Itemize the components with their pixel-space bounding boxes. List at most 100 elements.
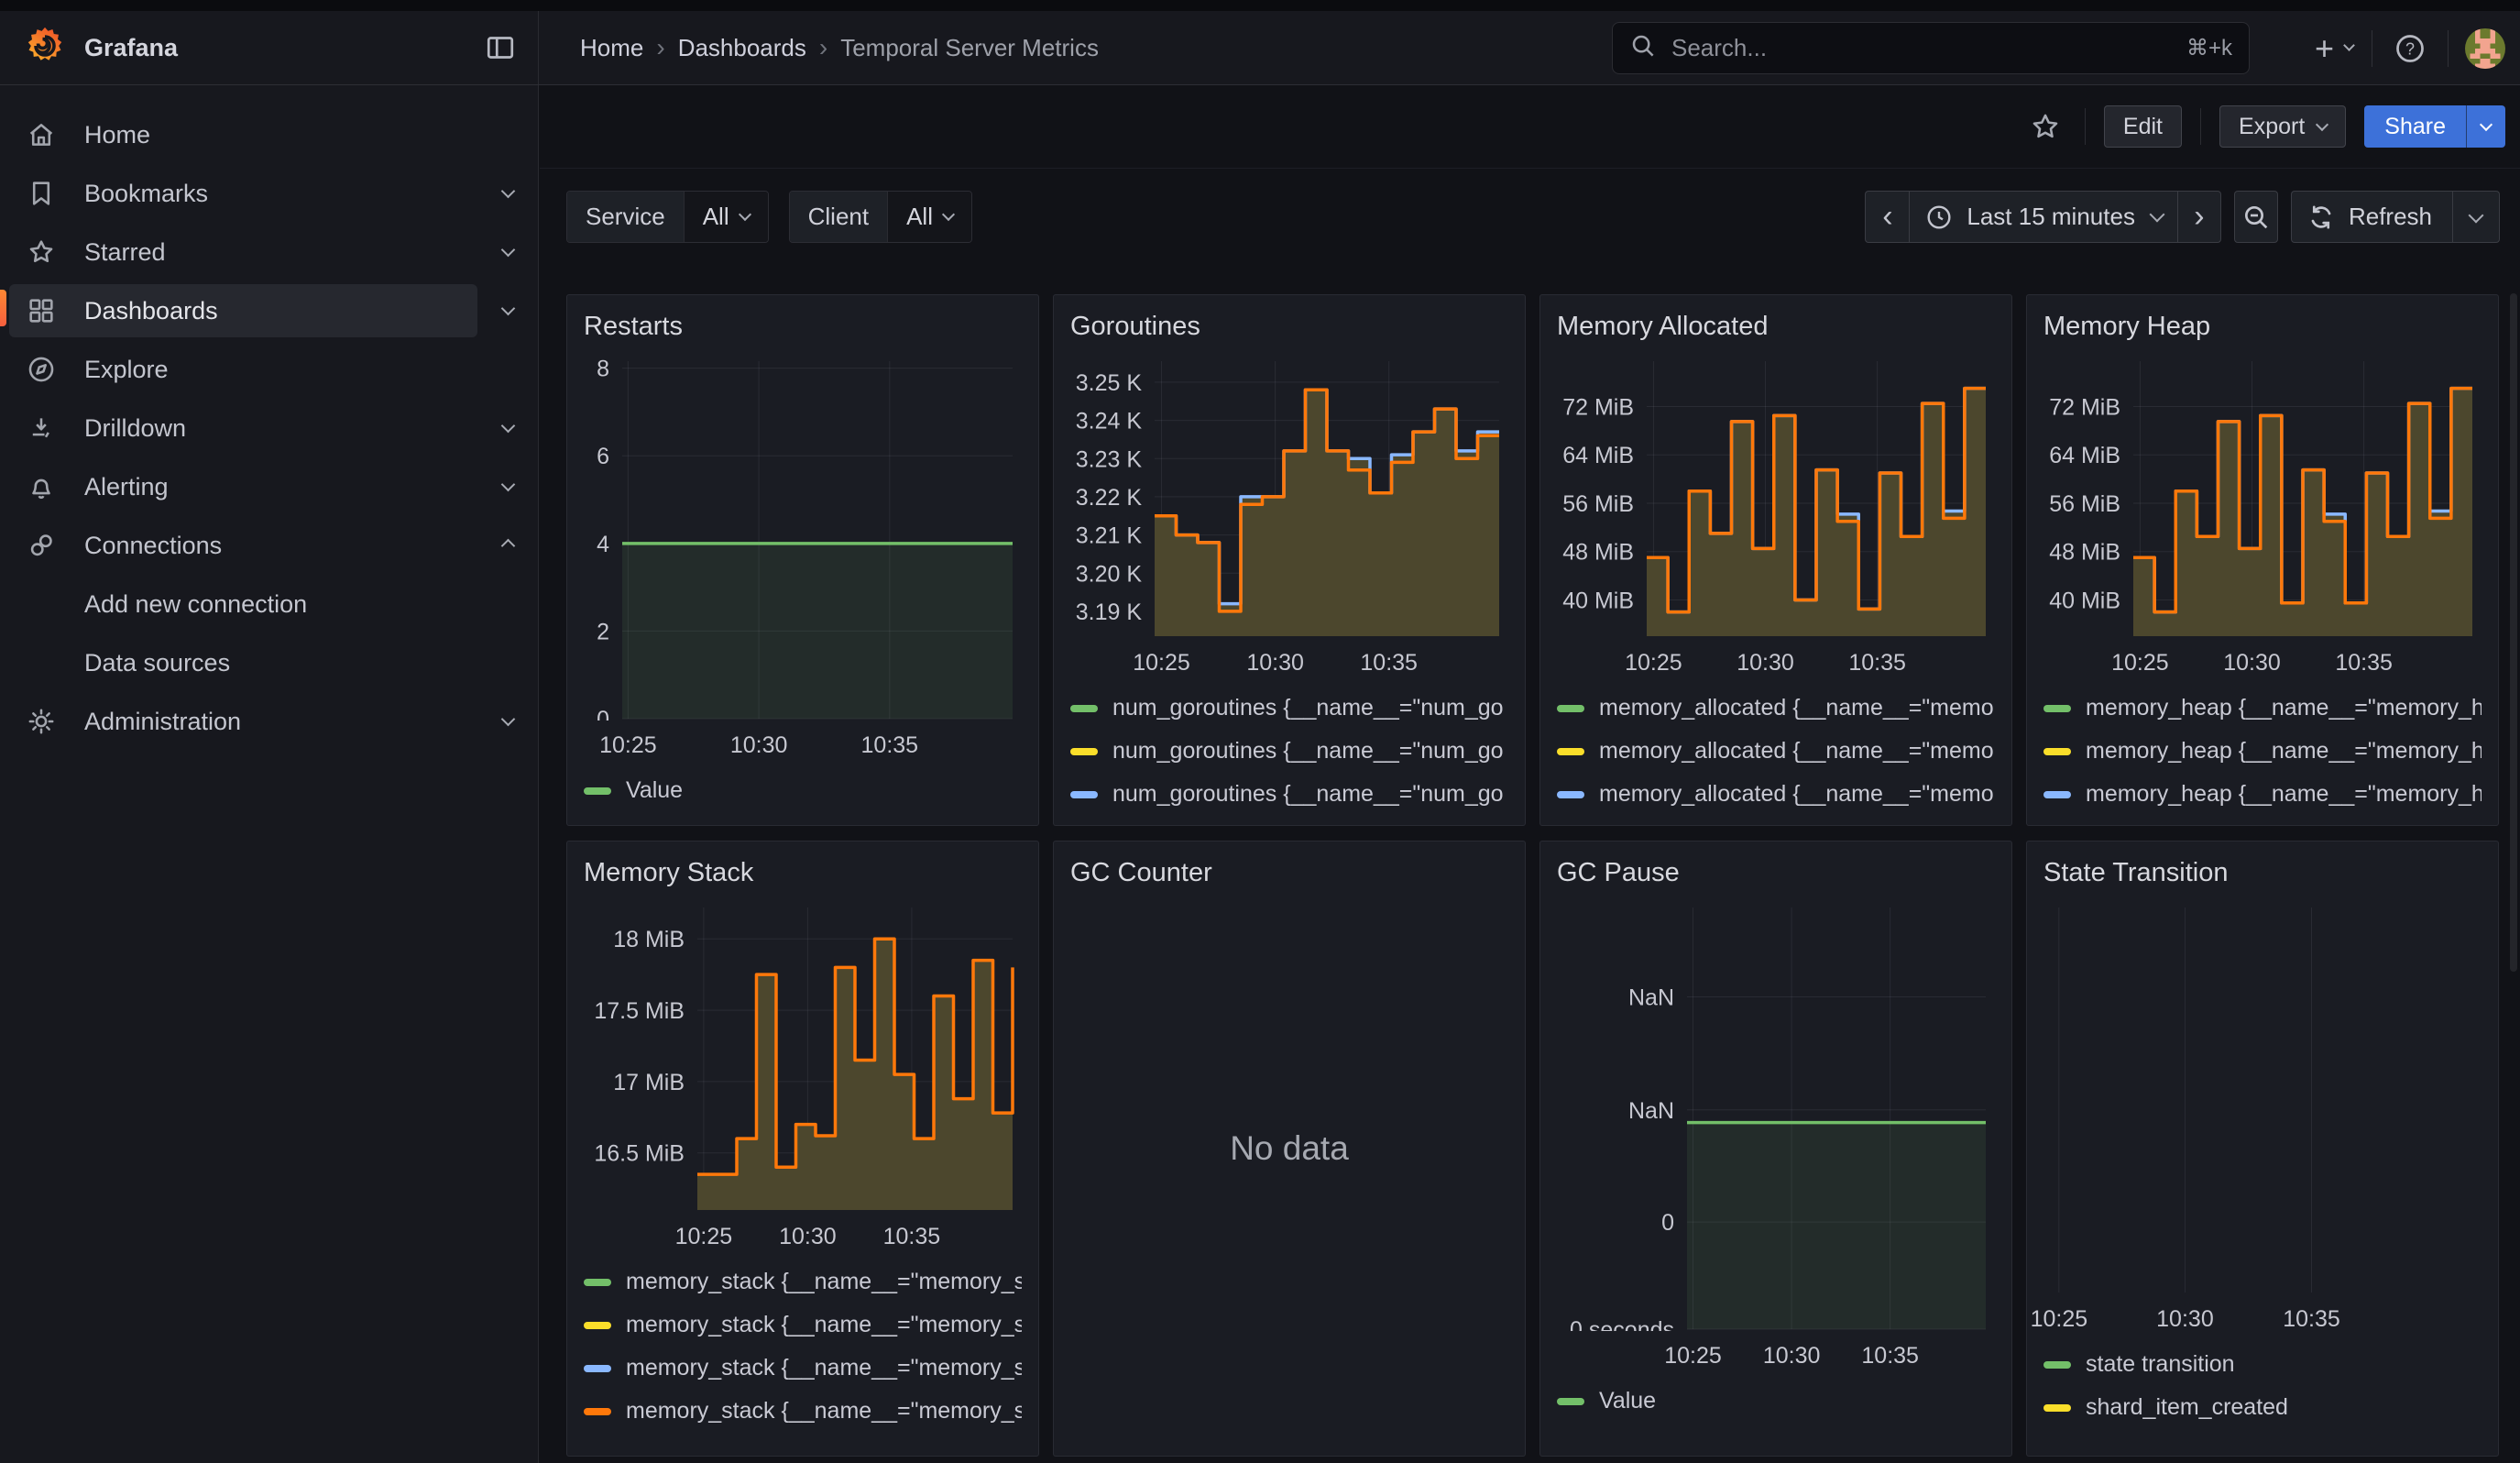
- legend-item[interactable]: memory_allocated {__name__="memo: [1557, 730, 1995, 773]
- search-box[interactable]: ⌘+k: [1612, 22, 2250, 74]
- panel-title[interactable]: Goroutines: [1070, 308, 1508, 354]
- legend-item[interactable]: num_goroutines {__name__="num_go: [1070, 816, 1508, 826]
- chart-plot[interactable]: 16.5 MiB17 MiB17.5 MiB18 MiB: [584, 900, 1022, 1212]
- legend-item[interactable]: num_goroutines {__name__="num_go: [1070, 773, 1508, 816]
- search-input[interactable]: [1670, 33, 2186, 63]
- legend-item[interactable]: memory_heap {__name__="memory_h: [2043, 730, 2482, 773]
- legend-item[interactable]: memory_stack {__name__="memory_s: [584, 1390, 1022, 1433]
- filter-value-dropdown[interactable]: All: [887, 192, 971, 242]
- legend-item[interactable]: num_goroutines {__name__="num_go: [1070, 730, 1508, 773]
- panel-title[interactable]: Memory Allocated: [1557, 308, 1995, 354]
- chart-container: 10:2510:3010:35: [2043, 900, 2482, 1336]
- chevron-down-icon: [500, 301, 515, 315]
- legend-item[interactable]: memory_allocated {__name__="memo: [1557, 773, 1995, 816]
- sidebar-item-dashboards[interactable]: Dashboards: [9, 284, 477, 337]
- chevron-down-icon: [500, 477, 515, 491]
- mega-menu-toggle-icon[interactable]: [479, 24, 521, 72]
- chart-legend: state transition shard_item_created: [2043, 1343, 2482, 1429]
- legend-series-label: state transition: [2086, 1351, 2235, 1378]
- breadcrumb-item-home[interactable]: Home: [580, 34, 643, 62]
- legend-series-label: memory_allocated {__name__="memo: [1599, 781, 1994, 808]
- bell-icon: [20, 471, 62, 502]
- export-button[interactable]: Export: [2219, 105, 2346, 148]
- legend-item[interactable]: Value: [584, 769, 1022, 812]
- filter-selected-value: All: [906, 203, 933, 231]
- vertical-scrollbar[interactable]: [2510, 293, 2517, 972]
- zoom-out-time-button[interactable]: [2234, 191, 2278, 243]
- refresh-interval-button[interactable]: [2452, 191, 2500, 243]
- time-shift-forward-button[interactable]: ›: [2177, 191, 2221, 243]
- chart-plot[interactable]: 02468: [584, 354, 1022, 720]
- filter-service: ServiceAll: [566, 191, 769, 243]
- panel-restarts: Restarts0246810:2510:3010:35Value: [566, 294, 1039, 826]
- panel-title[interactable]: GC Pause: [1557, 854, 1995, 900]
- legend-item[interactable]: state transition: [2043, 1343, 2482, 1386]
- legend-item[interactable]: memory_stack {__name__="memory_s: [584, 1260, 1022, 1304]
- expand-toggle-drilldown[interactable]: [477, 426, 538, 431]
- refresh-button[interactable]: Refresh: [2291, 191, 2452, 243]
- sidebar-item-alerting[interactable]: Alerting: [9, 460, 477, 513]
- chart-legend: memory_stack {__name__="memory_smemory_s…: [584, 1260, 1022, 1433]
- search-shortcut: ⌘+k: [2186, 35, 2232, 61]
- grafana-logo-icon: [24, 25, 66, 72]
- share-menu-button[interactable]: [2466, 105, 2505, 148]
- panel-title[interactable]: Memory Stack: [584, 854, 1022, 900]
- chart-plot[interactable]: NaNNaN00 seconds: [1557, 900, 1995, 1331]
- chart-plot[interactable]: [2043, 900, 2482, 1294]
- legend-item[interactable]: memory_stack {__name__="memory_s: [584, 1347, 1022, 1390]
- chart-plot[interactable]: 40 MiB48 MiB56 MiB64 MiB72 MiB: [2043, 354, 2482, 638]
- help-button[interactable]: ?: [2389, 25, 2431, 72]
- sidebar-item-explore[interactable]: Explore: [9, 343, 538, 396]
- sidebar-item-connections[interactable]: Connections: [9, 519, 477, 572]
- legend-item[interactable]: shard_item_created: [2043, 1386, 2482, 1429]
- legend-item[interactable]: num_goroutines {__name__="num_go: [1070, 687, 1508, 730]
- panel-title[interactable]: State Transition: [2043, 854, 2482, 900]
- divider: [2085, 108, 2086, 145]
- legend-item[interactable]: memory_allocated {__name__="memo: [1557, 687, 1995, 730]
- expand-toggle-dashboards[interactable]: [477, 309, 538, 314]
- legend-item[interactable]: memory_heap {__name__="memory_h: [2043, 687, 2482, 730]
- expand-toggle-alerting[interactable]: [477, 485, 538, 490]
- breadcrumb-item-temporal-server-metrics[interactable]: Temporal Server Metrics: [840, 34, 1099, 62]
- sidebar-item-administration[interactable]: Administration: [9, 695, 477, 748]
- sidebar-item-data-sources[interactable]: Data sources: [9, 636, 538, 689]
- filter-value-dropdown[interactable]: All: [684, 192, 768, 242]
- sidebar-item-add-new-connection[interactable]: Add new connection: [9, 578, 538, 631]
- sidebar-row-explore: Explore: [0, 340, 538, 399]
- legend-item[interactable]: memory_heap {__name__="memory_h: [2043, 816, 2482, 826]
- panel-title[interactable]: Restarts: [584, 308, 1022, 354]
- time-shift-back-button[interactable]: ‹: [1865, 191, 1909, 243]
- time-range-picker[interactable]: Last 15 minutes: [1909, 191, 2177, 243]
- plus-icon: +: [2315, 32, 2334, 65]
- user-avatar[interactable]: [2465, 28, 2505, 69]
- sidebar-item-starred[interactable]: Starred: [9, 226, 477, 279]
- legend-item[interactable]: memory_stack {__name__="memory_s: [584, 1304, 1022, 1347]
- sidebar-row-data-sources: Data sources: [0, 633, 538, 692]
- panel-title[interactable]: Memory Heap: [2043, 308, 2482, 354]
- svg-text:0: 0: [597, 707, 609, 720]
- chevron-right-icon: ›: [819, 33, 827, 62]
- legend-item[interactable]: memory_heap {__name__="memory_h: [2043, 773, 2482, 816]
- favorite-star-button[interactable]: [2024, 103, 2066, 150]
- panel-title[interactable]: GC Counter: [1070, 854, 1508, 900]
- legend-series-color: [2043, 748, 2071, 755]
- expand-toggle-starred[interactable]: [477, 250, 538, 255]
- expand-toggle-administration[interactable]: [477, 720, 538, 724]
- share-button[interactable]: Share: [2364, 105, 2466, 148]
- sidebar-item-bookmarks[interactable]: Bookmarks: [9, 167, 477, 220]
- sidebar-item-drilldown[interactable]: Drilldown: [9, 402, 477, 455]
- legend-item[interactable]: memory_allocated {__name__="memo: [1557, 816, 1995, 826]
- expand-toggle-connections[interactable]: [477, 541, 538, 551]
- x-tick-label: 10:25: [1133, 650, 1190, 676]
- breadcrumb-item-dashboards[interactable]: Dashboards: [678, 34, 806, 62]
- chart-plot[interactable]: 40 MiB48 MiB56 MiB64 MiB72 MiB: [1557, 354, 1995, 638]
- apps-icon: [20, 295, 62, 326]
- add-new-button[interactable]: +: [2313, 25, 2355, 72]
- edit-button[interactable]: Edit: [2104, 105, 2182, 148]
- x-tick-label: 10:30: [1737, 650, 1794, 676]
- chart-plot[interactable]: 3.19 K3.20 K3.21 K3.22 K3.23 K3.24 K3.25…: [1070, 354, 1508, 638]
- legend-item[interactable]: Value: [1557, 1380, 1995, 1423]
- sidebar-item-home[interactable]: Home: [9, 108, 538, 161]
- x-tick-label: 10:35: [2335, 650, 2393, 676]
- expand-toggle-bookmarks[interactable]: [477, 192, 538, 196]
